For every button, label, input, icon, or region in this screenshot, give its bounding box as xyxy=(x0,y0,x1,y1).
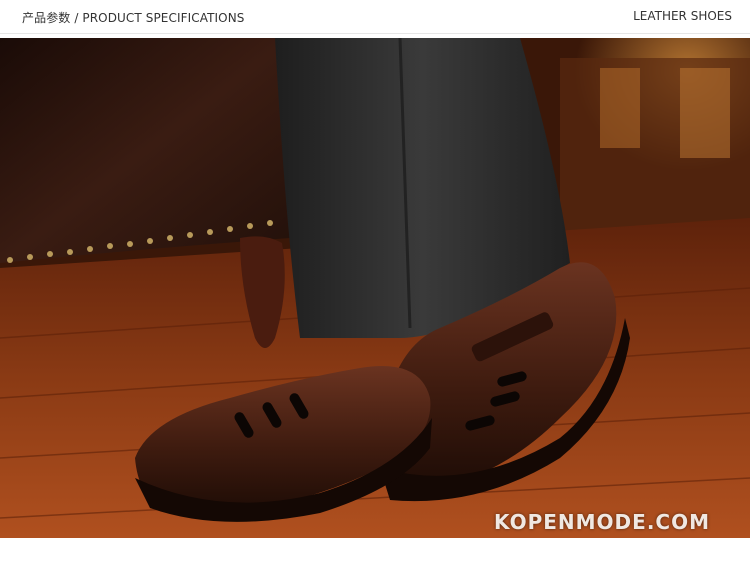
section-title: 产品参数 / PRODUCT SPECIFICATIONS xyxy=(22,11,245,25)
page: 产品参数 / PRODUCT SPECIFICATIONS LEATHER SH… xyxy=(0,0,750,561)
product-photo-illustration xyxy=(0,38,750,538)
footer-band xyxy=(0,538,750,561)
watermark-text: KOPENMODE.COM xyxy=(493,510,710,534)
spec-header: 产品参数 / PRODUCT SPECIFICATIONS LEATHER SH… xyxy=(0,0,750,34)
category-label: LEATHER SHOES xyxy=(633,9,732,23)
product-photo xyxy=(0,38,750,538)
header-divider xyxy=(0,33,750,34)
